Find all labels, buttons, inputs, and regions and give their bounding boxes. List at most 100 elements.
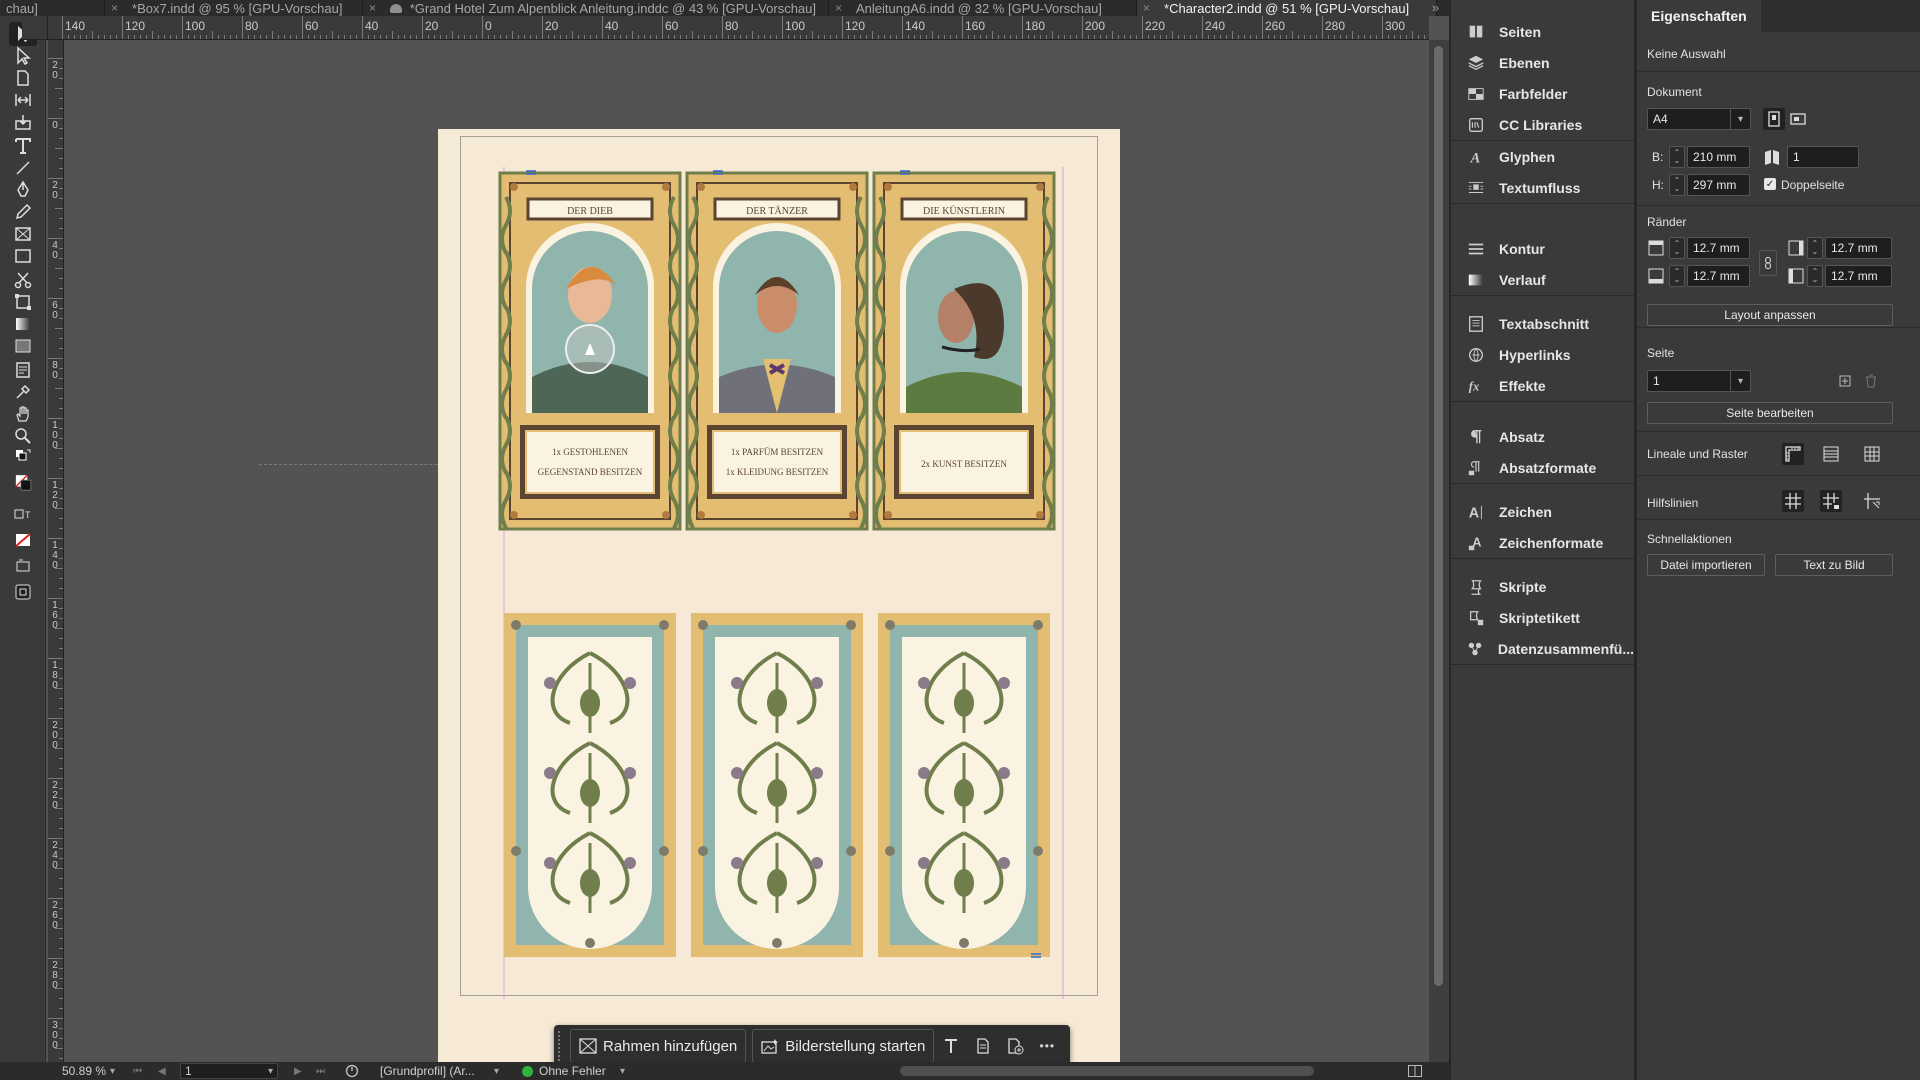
margin-left-field[interactable]: 12.7 mm (1825, 265, 1892, 287)
gradient-tool-icon[interactable] (9, 312, 37, 336)
rectangle-frame-tool-icon[interactable] (9, 222, 37, 246)
panel-item-zeichenformate[interactable]: A Zeichenformate (1451, 527, 1634, 558)
ruler-origin[interactable] (22, 16, 48, 40)
panel-item-ebenen[interactable]: Ebenen (1451, 47, 1634, 78)
hand-tool-icon[interactable] (9, 402, 37, 426)
scissors-tool-icon[interactable] (9, 268, 37, 292)
tab-document-4[interactable]: × AnleitungA6.indd @ 32 % [GPU-Vorschau] (829, 0, 1137, 16)
line-tool-icon[interactable] (9, 156, 37, 180)
show-guides-icon[interactable] (1782, 490, 1804, 512)
landscape-orientation-icon[interactable] (1787, 108, 1809, 130)
panel-item-seiten[interactable]: Seiten (1451, 16, 1634, 47)
panel-item-glyphen[interactable]: A Glyphen (1451, 141, 1634, 172)
card-back[interactable] (504, 613, 676, 957)
document-page[interactable]: DER DIEB 1x GESTOHLENEN GEGENSTAND BESITZE… (438, 129, 1120, 1062)
more-options-icon[interactable]: ••• (1032, 1031, 1062, 1061)
card-back[interactable] (878, 613, 1050, 957)
tab-document-3[interactable]: × *Grand Hotel Zum Alpenblick Anleitung.i… (363, 0, 829, 16)
horizontal-scroll-thumb[interactable] (900, 1066, 1314, 1076)
card-artwork[interactable]: DER DIEB 1x GESTOHLENEN GEGENSTAND BESITZE… (438, 129, 1120, 1062)
pen-tool-icon[interactable] (9, 178, 37, 202)
panel-item-absatzformate[interactable]: Absatzformate (1451, 452, 1634, 483)
horizontal-scrollbar[interactable] (900, 1063, 1314, 1079)
character-card[interactable]: DER TÄNZER 1x PARFÜM BESITZEN 1x KLEIDUNG … (685, 171, 869, 531)
direct-selection-tool-icon[interactable] (9, 44, 37, 68)
screen-mode-icon[interactable] (9, 556, 37, 576)
width-field[interactable]: 210 mm (1687, 146, 1750, 168)
document-grid-icon[interactable] (1861, 443, 1883, 465)
note-tool-icon[interactable] (9, 358, 37, 382)
tab-properties[interactable]: Eigenschaften (1637, 0, 1761, 32)
eyedropper-tool-icon[interactable] (9, 380, 37, 404)
margin-right-field[interactable]: 12.7 mm (1825, 237, 1892, 259)
margin-left-stepper[interactable]: ⌃ ⌄ (1807, 265, 1823, 287)
pencil-tool-icon[interactable] (9, 200, 37, 224)
smart-guides-icon[interactable] (1861, 490, 1883, 512)
close-tab-icon[interactable]: × (1143, 1, 1150, 15)
page-select[interactable]: 1 ▾ (1647, 370, 1751, 392)
add-page-icon[interactable] (1834, 370, 1856, 392)
panel-item-hyperlinks[interactable]: Hyperlinks (1451, 339, 1634, 370)
card-back[interactable] (691, 613, 863, 957)
zoom-dropdown-icon[interactable]: ▾ (110, 1063, 115, 1079)
type-tool-icon[interactable] (9, 134, 37, 158)
height-field[interactable]: 297 mm (1687, 174, 1750, 196)
adjust-layout-button[interactable]: Layout anpassen (1647, 304, 1893, 326)
panel-item-textumfluss[interactable]: Textumfluss (1451, 172, 1634, 203)
panel-item-textabschnitt[interactable]: Textabschnitt (1451, 308, 1634, 339)
close-tab-icon[interactable]: × (369, 1, 376, 15)
rulers-icon[interactable] (1782, 443, 1804, 465)
scrollbar-thumb[interactable] (1434, 46, 1443, 986)
character-card[interactable]: DIE KÜNSTLERIN 2x KUNST BESITZEN (872, 171, 1056, 531)
height-stepper[interactable]: ⌃ ⌄ (1669, 174, 1685, 196)
baseline-grid-icon[interactable] (1820, 443, 1842, 465)
close-tab-icon[interactable]: × (835, 1, 842, 15)
first-page-icon[interactable]: ⏮ (133, 1063, 142, 1079)
delete-page-icon[interactable] (1860, 370, 1882, 392)
profile-field[interactable]: [Grundprofil] (Ar... (380, 1063, 500, 1079)
margin-right-stepper[interactable]: ⌃ ⌄ (1807, 237, 1823, 259)
next-page-icon[interactable]: ▶ (294, 1063, 302, 1079)
last-page-icon[interactable]: ⏭ (316, 1063, 325, 1079)
generate-image-button[interactable]: Bilderstellung starten (752, 1029, 935, 1062)
link-margins-icon[interactable] (1759, 250, 1777, 276)
profile-dropdown-icon[interactable]: ▾ (494, 1063, 499, 1079)
margin-bottom-stepper[interactable]: ⌃ ⌄ (1669, 265, 1685, 287)
add-frame-button[interactable]: Rahmen hinzufügen (570, 1029, 747, 1062)
panel-item-verlauf[interactable]: Verlauf (1451, 264, 1634, 295)
tab-overflow-icon[interactable]: » (1422, 0, 1449, 16)
fill-stroke-swatch-icon[interactable] (9, 468, 37, 498)
previous-page-icon[interactable]: ◀ (158, 1063, 166, 1079)
gradient-feather-tool-icon[interactable] (9, 334, 37, 358)
vertical-scrollbar[interactable] (1429, 40, 1449, 1062)
rectangle-tool-icon[interactable] (9, 244, 37, 268)
margin-bottom-field[interactable]: 12.7 mm (1687, 265, 1750, 287)
panel-item-skripte[interactable]: Skripte (1451, 571, 1634, 602)
panel-item-cc-libraries[interactable]: CC Libraries (1451, 109, 1634, 140)
pages-count-field[interactable]: 1 (1787, 146, 1859, 168)
page-tool-icon[interactable] (9, 66, 37, 90)
panel-item-skriptetikett[interactable]: Skriptetikett (1451, 602, 1634, 633)
portrait-orientation-icon[interactable] (1763, 108, 1785, 130)
formatting-container-icon[interactable]: T (9, 506, 37, 524)
panel-item-kontur[interactable]: Kontur (1451, 233, 1634, 264)
tab-document-1[interactable]: chau] (0, 0, 105, 16)
width-stepper[interactable]: ⌃ ⌄ (1669, 146, 1685, 168)
edit-page-button[interactable]: Seite bearbeiten (1647, 402, 1893, 424)
place-document-icon[interactable] (968, 1031, 998, 1061)
facing-pages-checkbox[interactable]: ✓ (1764, 178, 1776, 190)
panel-item-datenzusammenfü[interactable]: Datenzusammenfü... (1451, 633, 1634, 664)
tab-document-2[interactable]: × *Box7.indd @ 95 % [GPU-Vorschau] (105, 0, 363, 16)
preflight-profile-icon[interactable] (344, 1063, 360, 1079)
free-transform-tool-icon[interactable] (9, 290, 37, 314)
page-number-field[interactable]: 1 ▾ (180, 1063, 278, 1079)
page-size-select[interactable]: A4 ▾ (1647, 108, 1751, 130)
content-collector-icon[interactable] (9, 110, 37, 134)
split-window-icon[interactable] (1408, 1063, 1422, 1079)
preview-mode-icon[interactable] (9, 580, 37, 604)
pasteboard[interactable]: DER DIEB 1x GESTOHLENEN GEGENSTAND BESITZE… (64, 40, 1429, 1062)
text-frame-icon[interactable] (936, 1031, 966, 1061)
text-to-image-button[interactable]: Text zu Bild (1775, 554, 1893, 576)
panel-item-farbfelder[interactable]: Farbfelder (1451, 78, 1634, 109)
margin-top-stepper[interactable]: ⌃ ⌄ (1669, 237, 1685, 259)
